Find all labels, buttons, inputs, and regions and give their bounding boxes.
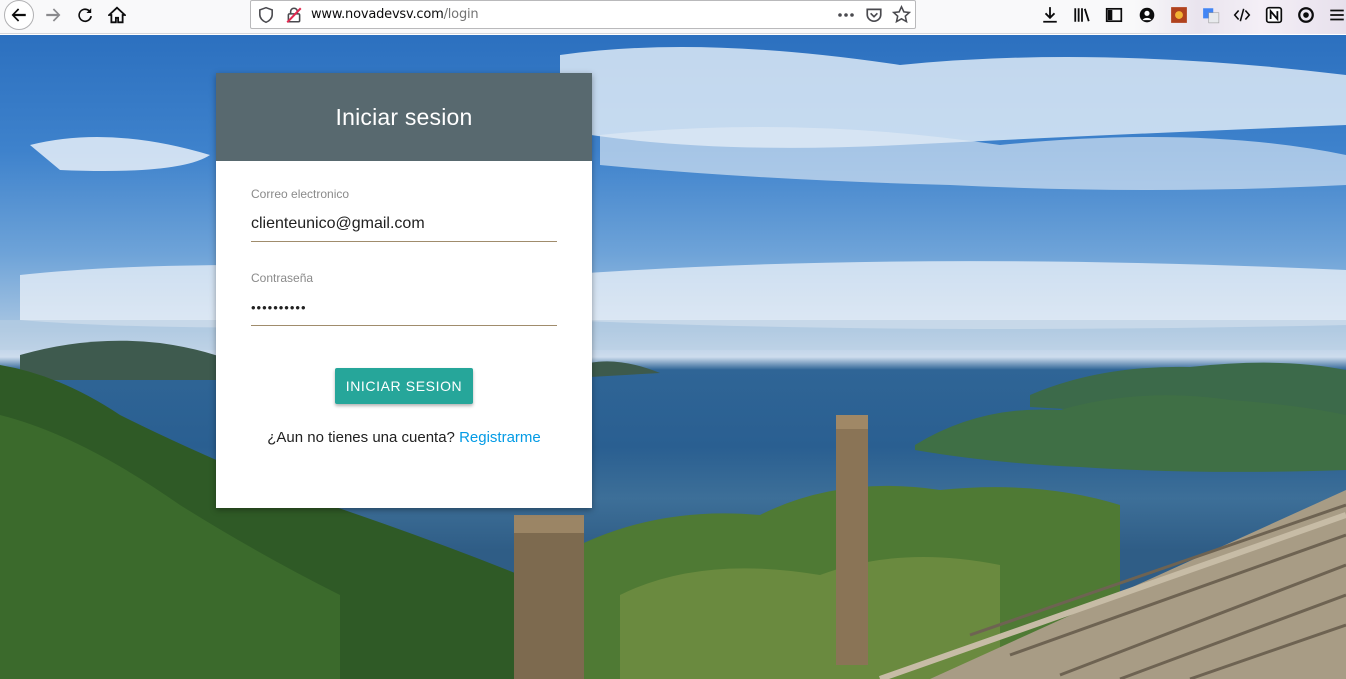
page-actions-icon[interactable] (835, 4, 857, 26)
menu-icon[interactable] (1328, 5, 1346, 25)
extension-ring-icon[interactable] (1296, 5, 1316, 25)
back-button[interactable] (4, 0, 34, 30)
email-field-group: Correo electronico (251, 187, 557, 242)
translate-icon[interactable] (1201, 5, 1221, 25)
notion-icon[interactable] (1264, 5, 1284, 25)
home-button[interactable] (102, 0, 132, 30)
password-input[interactable] (251, 290, 557, 326)
register-prompt: ¿Aun no tienes una cuenta? Registrarme (216, 429, 592, 446)
tracking-shield-icon[interactable] (257, 6, 275, 24)
back-arrow-icon (11, 8, 26, 22)
reload-button[interactable] (70, 0, 100, 30)
forward-button[interactable] (38, 0, 68, 30)
url-path: /login (443, 7, 479, 22)
url-text[interactable]: www.novadevsv.com/login (311, 7, 479, 22)
home-icon (108, 6, 126, 24)
password-label: Contraseña (251, 271, 314, 285)
extension-sun-icon[interactable] (1169, 5, 1189, 25)
reload-icon (78, 8, 92, 23)
login-submit-button[interactable]: INICIAR SESION (335, 368, 473, 404)
login-card: Iniciar sesion Correo electronico Contra… (216, 73, 592, 508)
library-icon[interactable] (1072, 5, 1092, 25)
sidebar-icon[interactable] (1104, 5, 1124, 25)
account-icon[interactable] (1137, 5, 1157, 25)
code-icon[interactable] (1232, 5, 1252, 25)
password-field-group: Contraseña (251, 271, 557, 326)
url-host: www.novadevsv.com (311, 7, 444, 22)
browser-toolbar: www.novadevsv.com/login (0, 0, 1346, 34)
register-link[interactable]: Registrarme (459, 429, 541, 446)
login-card-header: Iniciar sesion (216, 73, 592, 161)
bookmark-star-icon[interactable] (892, 5, 911, 24)
downloads-icon[interactable] (1040, 5, 1060, 25)
email-input[interactable] (251, 206, 557, 242)
pocket-icon[interactable] (865, 6, 883, 24)
no-account-text: ¿Aun no tienes una cuenta? (267, 429, 455, 446)
url-bar[interactable]: www.novadevsv.com/login (250, 0, 916, 29)
forward-arrow-icon (46, 8, 61, 22)
email-label: Correo electronico (251, 187, 350, 201)
background-landscape-image (0, 35, 1346, 679)
login-title: Iniciar sesion (335, 103, 473, 130)
landscape-illustration (0, 47, 1346, 679)
insecure-lock-icon[interactable] (285, 6, 303, 24)
